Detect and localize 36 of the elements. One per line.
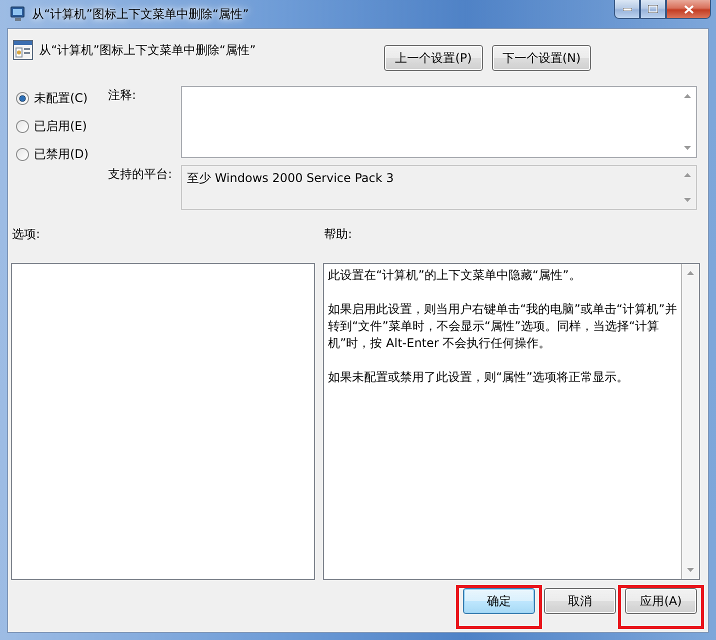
help-paragraph: 如果启用此设置，则当用户右键单击“我的电脑”或单击“计算机”并转到“文件”菜单时，不会显示“属性”选项。同样，当选择“计算机”时，按 Alt-Enter 不会执行任何操作。: [328, 301, 677, 352]
radio-icon[interactable]: [16, 148, 29, 160]
window-icon: [13, 40, 33, 60]
help-paragraph: 如果未配置或禁用了此设置，则“属性”选项将正常显示。: [328, 369, 630, 386]
maximize-button[interactable]: [640, 0, 666, 19]
scroll-down-icon[interactable]: [687, 568, 694, 572]
radio-option[interactable]: 已禁用(D): [16, 142, 108, 166]
options-label: 选项:: [12, 226, 40, 243]
platform-label: 支持的平台:: [108, 166, 174, 183]
next-setting-button[interactable]: 下一个设置(N): [492, 45, 591, 71]
scroll-down-icon[interactable]: [684, 146, 691, 150]
minimize-button[interactable]: [614, 0, 640, 19]
radio-icon[interactable]: [16, 120, 29, 132]
ok-button[interactable]: 确定: [463, 588, 535, 614]
cancel-button[interactable]: 取消: [544, 588, 616, 614]
scroll-up-icon[interactable]: [684, 173, 691, 177]
help-label: 帮助:: [324, 226, 352, 243]
window-title: 从“计算机”图标上下文菜单中删除“属性”: [32, 6, 249, 22]
apply-button[interactable]: 应用(A): [625, 588, 697, 614]
setting-title: 从“计算机”图标上下文菜单中删除“属性”: [39, 42, 256, 58]
scroll-up-icon[interactable]: [684, 94, 691, 98]
radio-option[interactable]: 未配置(C): [16, 86, 108, 110]
comment-field[interactable]: [181, 86, 697, 158]
close-button[interactable]: [666, 0, 711, 19]
maximize-icon: [648, 5, 658, 13]
radio-option[interactable]: 已启用(E): [16, 114, 108, 138]
platform-value: 至少 Windows 2000 Service Pack 3: [186, 170, 395, 187]
scroll-down-icon[interactable]: [684, 198, 691, 202]
previous-setting-button[interactable]: 上一个设置(P): [384, 45, 483, 71]
close-icon: [684, 4, 694, 14]
scroll-up-icon[interactable]: [687, 271, 694, 275]
help-paragraph: 此设置在“计算机”的上下文菜单中隐藏“属性”。: [328, 267, 582, 284]
computer-icon: [10, 6, 26, 22]
minimize-icon: [622, 8, 632, 10]
comment-label: 注释:: [108, 87, 138, 104]
radio-icon[interactable]: [16, 92, 29, 104]
